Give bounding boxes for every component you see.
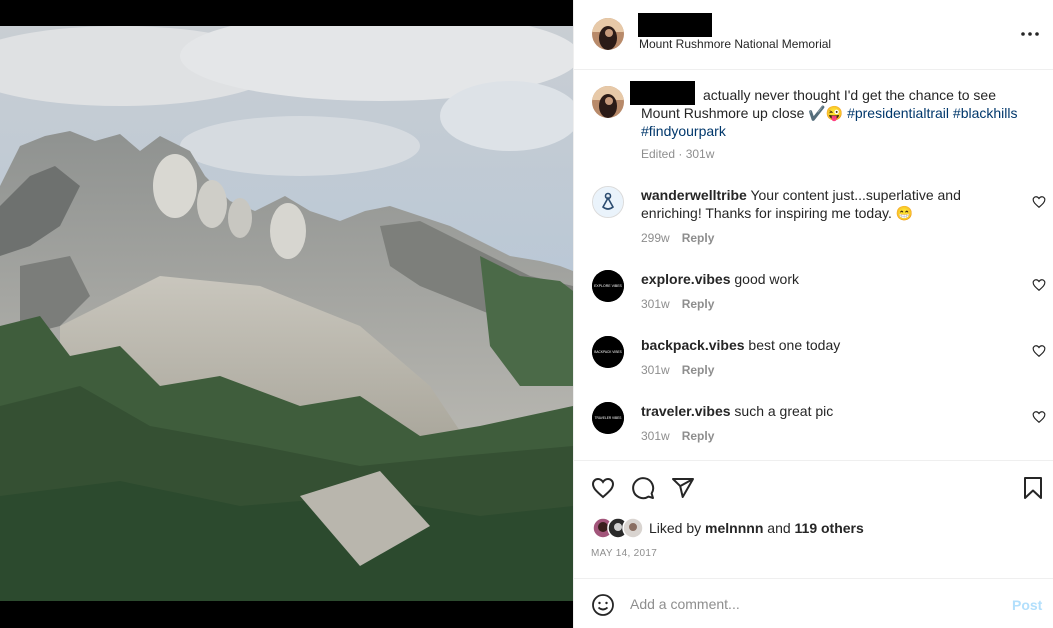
comment-meta-3: 301w Reply — [641, 363, 714, 377]
comment-age: 301w — [641, 363, 670, 377]
wanderwelltribe-logo-icon — [593, 187, 623, 217]
comment-body: best one today — [748, 337, 841, 353]
add-comment-input[interactable] — [630, 596, 990, 612]
reply-button[interactable]: Reply — [682, 429, 715, 443]
comment-age: 301w — [641, 429, 670, 443]
share-paper-plane-icon[interactable] — [671, 476, 695, 500]
more-options-icon[interactable] — [1018, 24, 1042, 44]
caption-text: actually never thought I'd get the chanc… — [641, 86, 1031, 140]
likers-avatars[interactable] — [592, 517, 644, 539]
svg-text:TRAVELER VIBES: TRAVELER VIBES — [595, 416, 622, 420]
comment-meta-4: 301w Reply — [641, 429, 714, 443]
author-avatar[interactable] — [592, 18, 624, 50]
emoji-smiley-icon[interactable] — [591, 593, 615, 617]
comment-avatar-wanderwelltribe[interactable] — [592, 186, 624, 218]
liked-by-others[interactable]: 119 others — [795, 520, 864, 536]
liked-by-text: Liked by melnnnn and 119 others — [649, 520, 864, 536]
comment-avatar-explore-vibes[interactable]: EXPLORE VIBES — [592, 270, 624, 302]
post-details-panel: Mount Rushmore National Memorial actuall… — [573, 0, 1053, 628]
comment-text-1: wanderwelltribe Your content just...supe… — [641, 186, 1021, 222]
save-bookmark-icon[interactable] — [1021, 476, 1045, 500]
like-comment-heart-icon[interactable] — [1032, 410, 1046, 424]
backpack-vibes-logo-icon: BACKPACK VIBES — [592, 336, 624, 368]
caption-author-avatar[interactable] — [592, 86, 624, 118]
comment-username[interactable]: backpack.vibes — [641, 337, 745, 353]
like-comment-heart-icon[interactable] — [1032, 344, 1046, 358]
reply-button[interactable]: Reply — [682, 231, 715, 245]
reply-button[interactable]: Reply — [682, 297, 715, 311]
comment-username[interactable]: wanderwelltribe — [641, 187, 747, 203]
comment-meta-2: 301w Reply — [641, 297, 714, 311]
caption-meta: Edited · 301w — [641, 147, 715, 161]
comment-avatar-traveler-vibes[interactable]: TRAVELER VIBES — [592, 402, 624, 434]
hashtag-presidentialtrail[interactable]: #presidentialtrail — [847, 105, 949, 121]
traveler-vibes-logo-icon: TRAVELER VIBES — [592, 402, 624, 434]
comment-username[interactable]: explore.vibes — [641, 271, 731, 287]
like-comment-heart-icon[interactable] — [1032, 278, 1046, 292]
like-heart-icon[interactable] — [591, 476, 615, 500]
liked-by-user[interactable]: melnnnn — [705, 520, 763, 536]
liked-by-prefix: Liked by — [649, 520, 702, 536]
comment-meta-1: 299w Reply — [641, 231, 714, 245]
post-actions: Liked by melnnnn and 119 others MAY 14, … — [574, 460, 1053, 578]
comment-text-2: explore.vibes good work — [641, 270, 1021, 288]
comment-age: 299w — [641, 231, 670, 245]
mount-rushmore-photo — [0, 26, 573, 601]
hashtag-blackhills[interactable]: #blackhills — [953, 105, 1018, 121]
explore-vibes-logo-icon: EXPLORE VIBES — [592, 270, 624, 302]
caption-avatar-image — [592, 86, 624, 118]
comment-avatar-backpack-vibes[interactable]: BACKPACK VIBES — [592, 336, 624, 368]
reply-button[interactable]: Reply — [682, 363, 715, 377]
like-comment-heart-icon[interactable] — [1032, 195, 1046, 209]
comment-body: such a great pic — [734, 403, 834, 419]
comment-body: good work — [734, 271, 799, 287]
author-avatar-image — [592, 18, 624, 50]
svg-text:BACKPACK VIBES: BACKPACK VIBES — [594, 350, 621, 354]
add-comment-bar: Post — [574, 578, 1053, 628]
comment-text-3: backpack.vibes best one today — [641, 336, 1021, 354]
comments-list: actually never thought I'd get the chanc… — [574, 71, 1053, 460]
svg-text:EXPLORE VIBES: EXPLORE VIBES — [594, 284, 622, 288]
comment-text-4: traveler.vibes such a great pic — [641, 402, 1021, 420]
liked-by-and: and — [767, 520, 791, 536]
post-media — [0, 0, 573, 628]
post-location[interactable]: Mount Rushmore National Memorial — [639, 37, 831, 51]
post-comment-button[interactable]: Post — [1012, 597, 1042, 613]
redacted-username — [638, 13, 712, 37]
hashtag-findyourpark[interactable]: #findyourpark — [641, 123, 726, 139]
comment-bubble-icon[interactable] — [631, 476, 655, 500]
comment-username[interactable]: traveler.vibes — [641, 403, 731, 419]
post-header: Mount Rushmore National Memorial — [574, 0, 1053, 70]
comment-age: 301w — [641, 297, 670, 311]
post-date: MAY 14, 2017 — [591, 548, 658, 559]
